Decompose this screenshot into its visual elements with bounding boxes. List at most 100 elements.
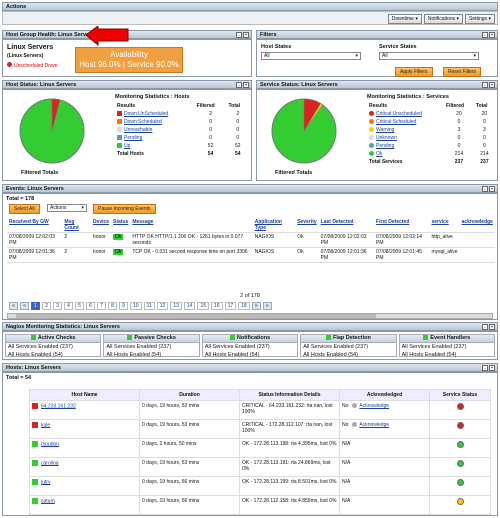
host-stat-label[interactable]: Down:UnScheduled bbox=[115, 110, 195, 118]
service-stat-label[interactable]: Pending bbox=[367, 142, 444, 150]
table-row[interactable]: 64.233.161.232 0 days, 19 hours, 53 mins C… bbox=[29, 400, 491, 420]
maximize-icon[interactable]: + bbox=[489, 324, 495, 330]
events-column-header[interactable]: service bbox=[429, 218, 460, 233]
events-column-header[interactable]: Message bbox=[130, 218, 253, 233]
host-stat-label[interactable]: Pending bbox=[115, 134, 195, 142]
host-stat-label[interactable]: Unreachable bbox=[115, 126, 195, 134]
maximize-icon[interactable]: + bbox=[489, 32, 495, 38]
table-row[interactable]: 07/08/2009 12:01:36 PM 2 honor Ok TCP OK - 0… bbox=[7, 247, 495, 263]
service-stat-label[interactable]: Ok bbox=[367, 150, 444, 158]
page-link[interactable]: 9 bbox=[119, 302, 128, 310]
settings-button[interactable]: Settings ▾ bbox=[465, 14, 495, 24]
service-pie-label: Filtered Totals bbox=[275, 170, 313, 176]
scrollbar-thumb[interactable] bbox=[16, 314, 376, 318]
page-link[interactable]: 17 bbox=[224, 302, 237, 310]
nagios-hosts-value[interactable]: All Hosts Enabled (54) bbox=[6, 351, 100, 359]
minimize-icon[interactable]: - bbox=[482, 32, 488, 38]
minimize-icon[interactable]: - bbox=[482, 365, 488, 371]
nagios-services-value[interactable]: All Services Enabled (237) bbox=[203, 343, 297, 351]
nagios-hosts-value[interactable]: All Hosts Enabled (54) bbox=[301, 351, 395, 359]
reset-filters-button[interactable]: Reset Filters bbox=[443, 67, 482, 77]
notifications-button[interactable]: Notifications ▾ bbox=[423, 14, 464, 24]
page-link[interactable]: 10 bbox=[130, 302, 142, 310]
host-name-link[interactable]: moudon bbox=[41, 441, 59, 447]
first-page-icon[interactable]: « bbox=[9, 302, 18, 310]
service-stat-label[interactable]: Critical:Unscheduled bbox=[367, 110, 444, 118]
page-link[interactable]: 3 bbox=[53, 302, 62, 310]
minimize-icon[interactable]: - bbox=[482, 186, 488, 192]
nagios-services-value[interactable]: All Services Enabled (237) bbox=[400, 343, 494, 351]
service-stat-row: Critical:Unscheduled 20 20 bbox=[367, 110, 495, 118]
service-stat-label[interactable]: Unknown bbox=[367, 134, 444, 142]
acknowledge-link[interactable]: Acknowledge bbox=[359, 422, 389, 428]
table-row[interactable]: carolina 0 days, 19 hours, 53 mins OK - 17… bbox=[29, 457, 491, 477]
service-stat-label[interactable]: Critical:Scheduled bbox=[367, 118, 444, 126]
host-states-select[interactable]: All ▾ bbox=[261, 52, 361, 60]
page-link[interactable]: 18 bbox=[238, 302, 250, 310]
page-link[interactable]: 15 bbox=[197, 302, 210, 310]
maximize-icon[interactable]: + bbox=[489, 365, 495, 371]
events-column-header[interactable]: Severity bbox=[295, 218, 319, 233]
pause-events-button[interactable]: Pause Incoming Events bbox=[93, 204, 156, 214]
events-column-header[interactable]: Device bbox=[90, 218, 112, 233]
page-link[interactable]: 2 bbox=[42, 302, 51, 310]
host-name-link[interactable]: saturn bbox=[41, 498, 55, 504]
page-link[interactable]: 12 bbox=[156, 302, 169, 310]
last-page-icon[interactable]: » bbox=[262, 302, 272, 310]
page-link[interactable]: 13 bbox=[170, 302, 182, 310]
nagios-services-value[interactable]: All Services Enabled (237) bbox=[104, 343, 198, 351]
next-page-icon[interactable]: » bbox=[251, 302, 261, 310]
maximize-icon[interactable]: + bbox=[489, 82, 495, 88]
host-name-link[interactable]: lutry bbox=[41, 479, 50, 485]
event-cell-service: http_alive bbox=[429, 232, 460, 248]
page-link[interactable]: 16 bbox=[211, 302, 223, 310]
horizontal-scrollbar[interactable] bbox=[7, 313, 493, 319]
events-column-header[interactable]: acknowledge bbox=[459, 218, 495, 233]
table-row[interactable]: saturn 0 days, 19 hours, 56 mins OK - 172.… bbox=[29, 495, 491, 515]
minimize-icon[interactable]: - bbox=[482, 324, 488, 330]
service-states-select[interactable]: All ▾ bbox=[379, 52, 479, 60]
actions-dropdown[interactable]: Actions ▾ bbox=[47, 204, 87, 212]
host-name-link[interactable]: carolina bbox=[41, 460, 59, 466]
page-link[interactable]: 5 bbox=[75, 302, 84, 310]
events-column-header[interactable]: Received By GW bbox=[7, 218, 63, 233]
events-column-header[interactable]: Last Detected bbox=[318, 218, 375, 233]
prev-page-icon[interactable]: « bbox=[20, 302, 29, 310]
page-link[interactable]: 1 bbox=[31, 302, 40, 310]
page-link[interactable]: 8 bbox=[108, 302, 117, 310]
page-link[interactable]: 11 bbox=[143, 302, 155, 310]
host-stat-label[interactable]: Up bbox=[115, 142, 195, 150]
apply-filters-button[interactable]: Apply Filters bbox=[395, 67, 433, 77]
page-link[interactable]: 7 bbox=[97, 302, 106, 310]
minimize-icon[interactable]: - bbox=[236, 32, 242, 38]
minimize-icon[interactable]: - bbox=[482, 82, 488, 88]
events-column-header[interactable]: First Detected bbox=[374, 218, 430, 233]
table-row[interactable]: lutry 0 days, 19 hours, 56 mins OK - 172.2… bbox=[29, 476, 491, 496]
host-name-link[interactable]: kale bbox=[41, 422, 50, 428]
service-stat-label[interactable]: Warning bbox=[367, 126, 444, 134]
page-link[interactable]: 14 bbox=[183, 302, 196, 310]
nagios-hosts-value[interactable]: All Hosts Enabled (54) bbox=[400, 351, 494, 359]
table-row[interactable]: 07/08/2009 12:02:03 PM 2 honor Ok HTTP OK HT… bbox=[7, 232, 495, 248]
unscheduled-down-alert[interactable]: Unscheduled Down bbox=[7, 62, 57, 69]
maximize-icon[interactable]: + bbox=[243, 82, 249, 88]
table-row[interactable]: moudon 0 days, 2 hours, 50 mins OK - 172.2… bbox=[29, 438, 491, 458]
host-name-link[interactable]: 64.233.161.232 bbox=[41, 403, 76, 409]
page-link[interactable]: 4 bbox=[64, 302, 73, 310]
downtime-button[interactable]: Downtime ▾ bbox=[387, 14, 422, 24]
events-column-header[interactable]: Msg Count bbox=[62, 218, 91, 233]
events-column-header[interactable]: Status bbox=[111, 218, 131, 233]
nagios-services-value[interactable]: All Services Enabled (237) bbox=[6, 343, 100, 351]
nagios-hosts-value[interactable]: All Hosts Enabled (54) bbox=[203, 351, 297, 359]
maximize-icon[interactable]: + bbox=[243, 32, 249, 38]
host-stat-label[interactable]: Down:Scheduled bbox=[115, 118, 195, 126]
events-column-header[interactable]: Application Type bbox=[252, 218, 296, 233]
maximize-icon[interactable]: + bbox=[489, 186, 495, 192]
nagios-services-value[interactable]: All Services Enabled (237) bbox=[301, 343, 395, 351]
acknowledge-link[interactable]: Acknowledge bbox=[359, 403, 389, 409]
table-row[interactable]: kale 0 days, 19 hours, 53 mins CRITICAL - … bbox=[29, 419, 491, 439]
page-link[interactable]: 6 bbox=[86, 302, 95, 310]
minimize-icon[interactable]: - bbox=[236, 82, 242, 88]
select-all-button[interactable]: Select All bbox=[9, 204, 40, 214]
nagios-hosts-value[interactable]: All Hosts Enabled (54) bbox=[104, 351, 198, 359]
